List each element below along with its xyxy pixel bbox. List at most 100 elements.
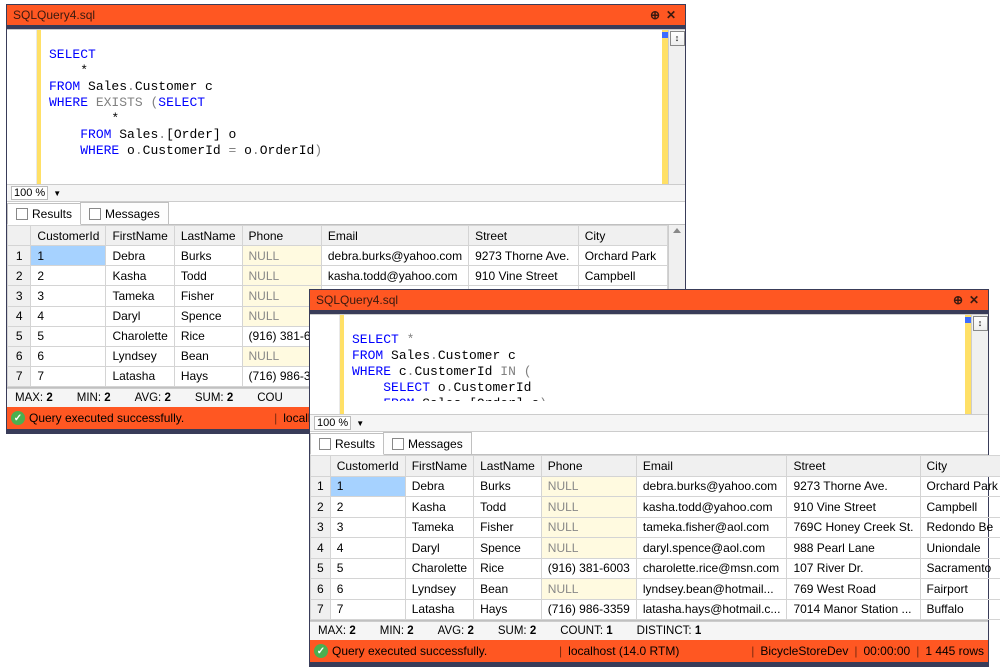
cell[interactable]: Tameka [405,517,473,538]
cell[interactable]: NULL [242,266,321,286]
results-grid[interactable]: CustomerIdFirstNameLastNamePhoneEmailStr… [310,455,1000,620]
close-icon[interactable]: ✕ [663,8,679,22]
cell[interactable]: 9273 Thorne Ave. [787,476,920,497]
cell[interactable]: 7 [330,599,405,620]
col-header[interactable]: CustomerId [31,226,106,246]
cell[interactable]: NULL [242,246,321,266]
titlebar[interactable]: SQLQuery4.sql ⊕ ✕ [7,5,685,25]
cell[interactable]: 1 [330,476,405,497]
cell[interactable]: Rice [174,326,242,346]
cell[interactable]: NULL [541,538,636,559]
close-icon[interactable]: ✕ [966,293,982,307]
cell[interactable]: 4 [330,538,405,559]
cell[interactable]: Campbell [920,497,1000,518]
cell[interactable]: tameka.fisher@aol.com [636,517,787,538]
col-header[interactable]: Email [636,456,787,477]
cell[interactable]: Fisher [174,286,242,306]
cell[interactable]: kasha.todd@yahoo.com [636,497,787,518]
cell[interactable]: Latasha [106,366,174,386]
table-row[interactable]: 55CharoletteRice(916) 381-6003charolette… [311,558,1000,579]
col-header[interactable]: Street [469,226,579,246]
cell[interactable]: 910 Vine Street [469,266,579,286]
cell[interactable]: Hays [174,366,242,386]
cell[interactable]: 7 [31,366,106,386]
cell[interactable]: (916) 381-6003 [541,558,636,579]
tab-messages[interactable]: Messages [383,432,472,454]
cell[interactable]: 6 [31,346,106,366]
col-header[interactable]: Street [787,456,920,477]
tab-messages[interactable]: Messages [80,202,169,224]
cell[interactable]: 2 [330,497,405,518]
cell[interactable]: Orchard Park [920,476,1000,497]
col-header[interactable]: City [920,456,1000,477]
cell[interactable]: (716) 986-3359 [541,599,636,620]
editor-scrollbar[interactable]: ↕ [668,30,685,184]
table-row[interactable]: 22KashaToddNULLkasha.todd@yahoo.com910 V… [8,266,668,286]
table-row[interactable]: 77LatashaHays(716) 986-3359latasha.hays@… [311,599,1000,620]
cell[interactable]: Burks [474,476,542,497]
pin-icon[interactable]: ⊕ [950,293,966,307]
cell[interactable]: 769 West Road [787,579,920,600]
sql-editor[interactable]: SELECT * FROM Sales.Customer c WHERE EXI… [41,43,668,171]
cell[interactable]: Debra [405,476,473,497]
editor-scrollbar[interactable]: ↕ [971,315,988,414]
cell[interactable]: 3 [31,286,106,306]
cell[interactable]: debra.burks@yahoo.com [321,246,468,266]
cell[interactable]: 1 [31,246,106,266]
cell[interactable]: Bean [174,346,242,366]
cell[interactable]: Orchard Park [578,246,667,266]
cell[interactable]: 5 [31,326,106,346]
cell[interactable]: Sacramento [920,558,1000,579]
tab-results[interactable]: Results [7,203,81,225]
cell[interactable]: Debra [106,246,174,266]
table-row[interactable]: 22KashaToddNULLkasha.todd@yahoo.com910 V… [311,497,1000,518]
pin-icon[interactable]: ⊕ [647,8,663,22]
cell[interactable]: Buffalo [920,599,1000,620]
zoom-dropdown[interactable]: 100 % [11,186,48,200]
table-row[interactable]: 11DebraBurksNULLdebra.burks@yahoo.com927… [8,246,668,266]
cell[interactable]: Hays [474,599,542,620]
cell[interactable]: debra.burks@yahoo.com [636,476,787,497]
sql-editor[interactable]: SELECT * FROM Sales.Customer c WHERE c.C… [344,328,971,401]
dropdown-chevron-icon[interactable]: ▼ [354,419,364,428]
cell[interactable]: Kasha [405,497,473,518]
cell[interactable]: Spence [174,306,242,326]
split-view-icon[interactable]: ↕ [973,316,988,331]
split-view-icon[interactable]: ↕ [670,31,685,46]
col-header[interactable]: FirstName [106,226,174,246]
cell[interactable]: Lyndsey [106,346,174,366]
col-header[interactable]: Phone [541,456,636,477]
cell[interactable]: NULL [541,517,636,538]
cell[interactable]: latasha.hays@hotmail.c... [636,599,787,620]
cell[interactable]: Fairport [920,579,1000,600]
cell[interactable]: NULL [541,497,636,518]
cell[interactable]: Spence [474,538,542,559]
tab-results[interactable]: Results [310,433,384,455]
cell[interactable]: lyndsey.bean@hotmail... [636,579,787,600]
cell[interactable]: Tameka [106,286,174,306]
col-header[interactable]: Email [321,226,468,246]
col-header[interactable]: CustomerId [330,456,405,477]
cell[interactable]: Daryl [106,306,174,326]
cell[interactable]: 9273 Thorne Ave. [469,246,579,266]
col-header[interactable]: Phone [242,226,321,246]
col-header[interactable]: FirstName [405,456,473,477]
cell[interactable]: 769C Honey Creek St. [787,517,920,538]
cell[interactable]: Todd [474,497,542,518]
cell[interactable]: Todd [174,266,242,286]
cell[interactable]: NULL [541,579,636,600]
cell[interactable]: kasha.todd@yahoo.com [321,266,468,286]
cell[interactable]: Kasha [106,266,174,286]
zoom-dropdown[interactable]: 100 % [314,416,351,430]
dropdown-chevron-icon[interactable]: ▼ [51,189,61,198]
cell[interactable]: Burks [174,246,242,266]
cell[interactable]: 988 Pearl Lane [787,538,920,559]
cell[interactable]: charolette.rice@msn.com [636,558,787,579]
cell[interactable]: 910 Vine Street [787,497,920,518]
table-row[interactable]: 66LyndseyBeanNULLlyndsey.bean@hotmail...… [311,579,1000,600]
cell[interactable]: 107 River Dr. [787,558,920,579]
col-header[interactable]: LastName [174,226,242,246]
cell[interactable]: Rice [474,558,542,579]
table-row[interactable]: 44DarylSpenceNULLdaryl.spence@aol.com988… [311,538,1000,559]
cell[interactable]: 5 [330,558,405,579]
